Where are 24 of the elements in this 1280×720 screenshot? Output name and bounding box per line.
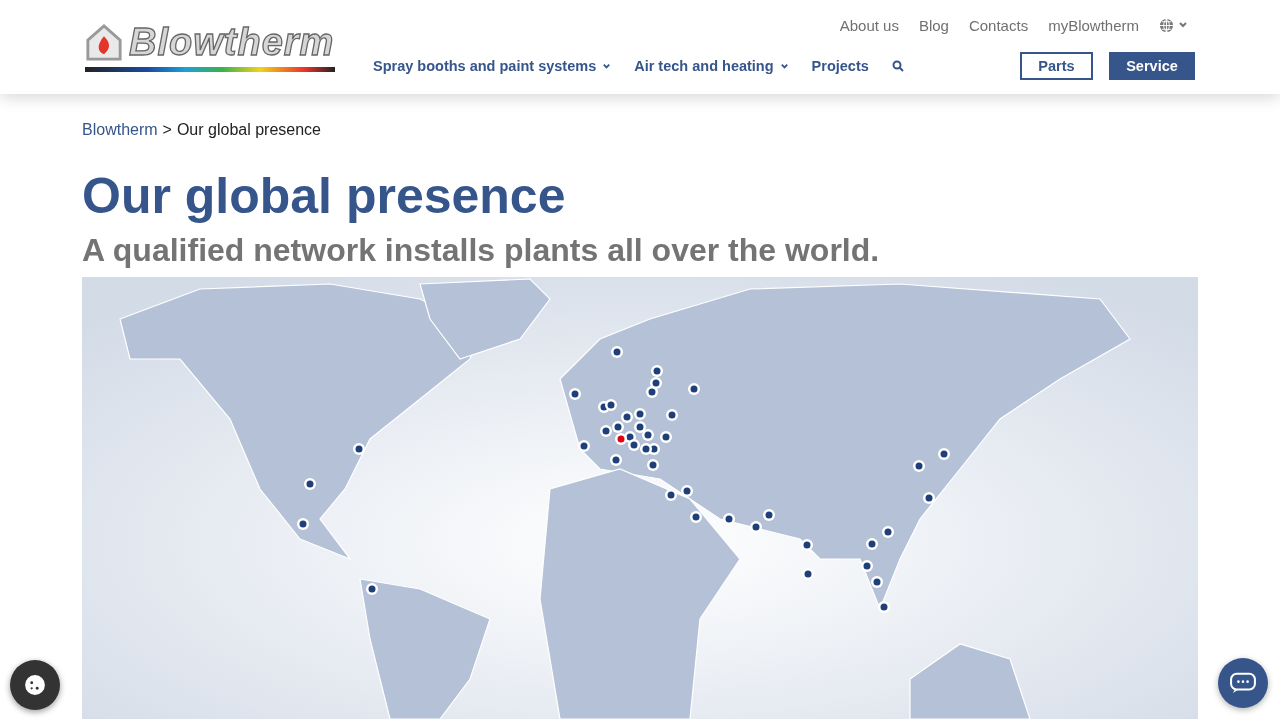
caret-icon[interactable] — [602, 61, 612, 71]
breadcrumb-link[interactable]: Blowtherm — [82, 121, 158, 139]
logo-house-icon — [85, 23, 123, 61]
page-subtitle: A qualified network installs plants all over the world. — [82, 231, 881, 269]
cookie-settings-button[interactable] — [10, 660, 60, 710]
nav-menu-item[interactable]: Projects — [811, 58, 869, 74]
nav-link[interactable]: myBlowtherm — [1048, 16, 1139, 34]
page-title: Our global presence — [82, 167, 567, 225]
cookie-icon — [24, 674, 46, 696]
breadcrumb-current: Our global presence — [176, 121, 321, 139]
nav-link[interactable]: About us — [839, 16, 899, 34]
nav-link[interactable]: Blog — [918, 16, 949, 34]
chat-icon — [1229, 672, 1257, 694]
nav-link[interactable]: Contacts — [968, 16, 1029, 34]
service-button[interactable]: Service — [1109, 52, 1195, 80]
chat-button[interactable] — [1218, 658, 1268, 708]
search-icon[interactable] — [891, 60, 904, 72]
parts-button[interactable]: Parts — [1020, 52, 1093, 80]
breadcrumb-separator: > — [162, 121, 172, 139]
nav-menu-item[interactable]: Spray booths and paint systems — [373, 58, 612, 74]
nav-menu-item[interactable]: Air tech and heating — [634, 58, 789, 74]
globe-icon[interactable] — [1159, 17, 1174, 33]
caret-icon[interactable] — [779, 61, 789, 71]
caret-icon[interactable] — [1178, 20, 1188, 30]
